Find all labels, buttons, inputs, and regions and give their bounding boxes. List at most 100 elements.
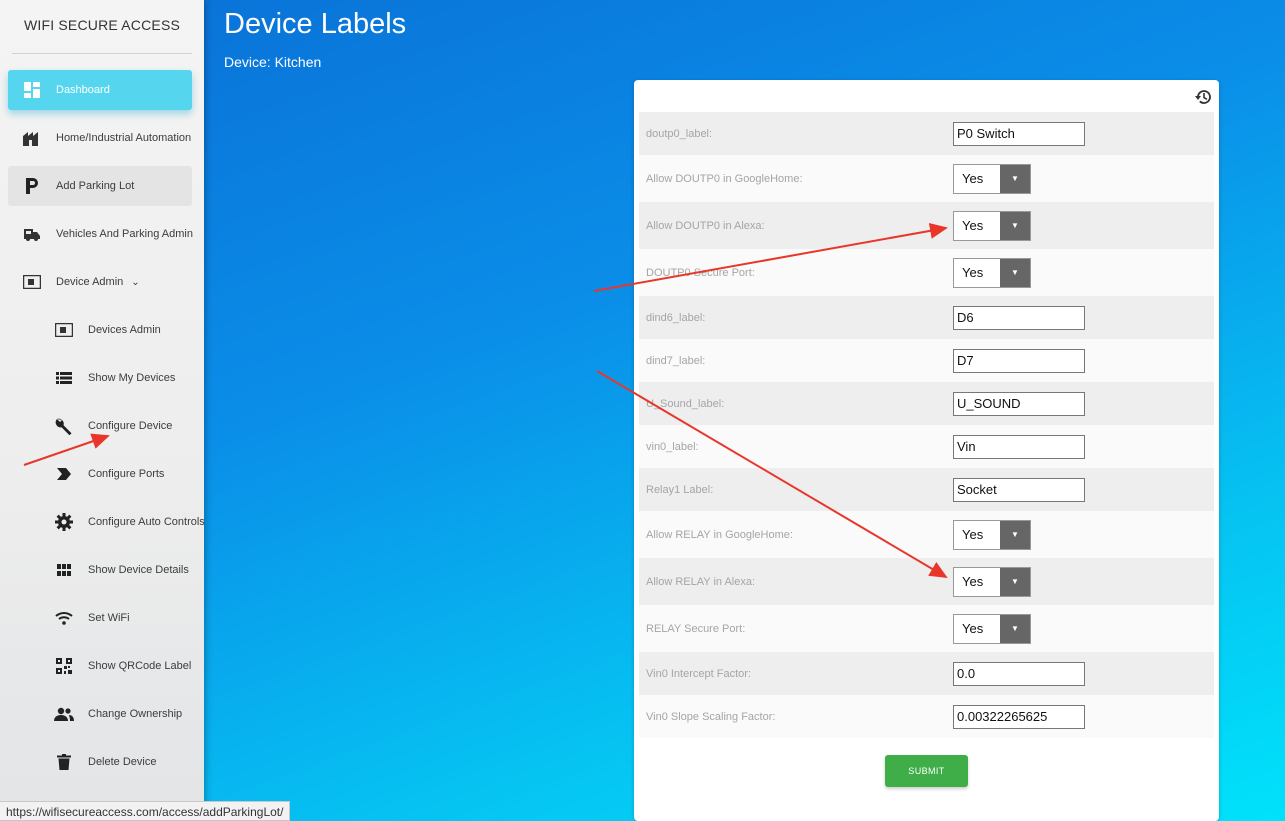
sidebar-item-label: Change Ownership bbox=[88, 708, 183, 720]
chevron-down-icon[interactable]: ⌄ bbox=[131, 277, 139, 288]
text-field[interactable] bbox=[953, 661, 1085, 686]
sidebar-item-change-ownership[interactable]: Change Ownership bbox=[8, 694, 192, 734]
sidebar-item-configure-device[interactable]: Configure Device bbox=[8, 406, 192, 446]
yes-no-select[interactable]: Yes ▼ bbox=[953, 566, 1031, 597]
dropdown-arrow-icon[interactable]: ▼ bbox=[1000, 258, 1030, 287]
sidebar-item-label: Show My Devices bbox=[88, 372, 176, 384]
form-row: dind6_label: bbox=[639, 296, 1214, 339]
field-label: dind6_label: bbox=[646, 311, 706, 324]
form-row: Allow RELAY in Alexa: Yes ▼ bbox=[639, 558, 1214, 605]
field-label: Vin0 Slope Scaling Factor: bbox=[646, 710, 776, 723]
form-row: Allow DOUTP0 in Alexa: Yes ▼ bbox=[639, 202, 1214, 249]
field-label: Relay1 Label: bbox=[646, 483, 714, 496]
sidebar-item-devices-admin[interactable]: Devices Admin bbox=[8, 310, 192, 350]
sidebar-item-label: Dashboard bbox=[56, 84, 110, 96]
text-field[interactable] bbox=[953, 305, 1085, 330]
sidebar-item-label: Show QRCode Label bbox=[88, 660, 192, 672]
text-field[interactable] bbox=[953, 121, 1085, 146]
select-value: Yes bbox=[962, 526, 984, 542]
sidebar-item-delete-device[interactable]: Delete Device bbox=[8, 742, 192, 782]
sidebar-item-show-my-devices[interactable]: Show My Devices bbox=[8, 358, 192, 398]
field-label: vin0_label: bbox=[646, 440, 699, 453]
text-field[interactable] bbox=[953, 391, 1085, 416]
form-row: DOUTP0 Secure Port: Yes ▼ bbox=[639, 249, 1214, 296]
sidebar-item-add-parking-lot[interactable]: Add Parking Lot bbox=[8, 166, 192, 206]
vehicle-icon bbox=[20, 222, 44, 246]
yes-no-select[interactable]: Yes ▼ bbox=[953, 163, 1031, 194]
list-icon bbox=[52, 366, 76, 390]
page-title: Device Labels bbox=[224, 8, 407, 40]
text-field[interactable] bbox=[953, 704, 1085, 729]
dropdown-arrow-icon[interactable]: ▼ bbox=[1000, 164, 1030, 193]
field-label: Allow DOUTP0 in GoogleHome: bbox=[646, 172, 803, 185]
gear-icon bbox=[52, 510, 76, 534]
yes-no-select[interactable]: Yes ▼ bbox=[953, 210, 1031, 241]
form-row: Allow DOUTP0 in GoogleHome: Yes ▼ bbox=[639, 155, 1214, 202]
field-label: dind7_label: bbox=[646, 354, 706, 367]
sidebar-item-set-wifi[interactable]: Set WiFi bbox=[8, 598, 192, 638]
sidebar-item-label: Vehicles And Parking Admin bbox=[56, 228, 193, 240]
sidebar-item-label: Show Device Details bbox=[88, 564, 189, 576]
select-value: Yes bbox=[962, 170, 984, 186]
parking-icon bbox=[20, 174, 44, 198]
select-value: Yes bbox=[962, 217, 984, 233]
status-bar-url: https://wifisecureaccess.com/access/addP… bbox=[0, 801, 291, 821]
device-labels-form-card: doutp0_label: Allow DOUTP0 in GoogleHome:… bbox=[634, 80, 1219, 821]
field-label: doutp0_label: bbox=[646, 127, 713, 140]
sidebar-item-configure-ports[interactable]: Configure Ports bbox=[8, 454, 192, 494]
form-row: U_Sound_label: bbox=[639, 382, 1214, 425]
text-field[interactable] bbox=[953, 477, 1085, 502]
sidebar-item-configure-auto-controls[interactable]: Configure Auto Controls bbox=[8, 502, 205, 542]
submit-button[interactable]: SUBMIT bbox=[885, 755, 968, 787]
yes-no-select[interactable]: Yes ▼ bbox=[953, 519, 1031, 550]
form-fields: doutp0_label: Allow DOUTP0 in GoogleHome:… bbox=[639, 112, 1214, 738]
sidebar-item-label: Device Admin bbox=[56, 276, 124, 288]
select-value: Yes bbox=[962, 264, 984, 280]
sidebar-item-vehicles[interactable]: Vehicles And Parking Admin bbox=[8, 214, 193, 254]
sidebar-item-label: Set WiFi bbox=[88, 612, 130, 624]
form-row: Vin0 Slope Scaling Factor: bbox=[639, 695, 1214, 738]
sidebar-item-label: Devices Admin bbox=[88, 324, 161, 336]
field-label: DOUTP0 Secure Port: bbox=[646, 266, 755, 279]
device-icon bbox=[20, 270, 44, 294]
sidebar-item-label: Configure Ports bbox=[88, 468, 165, 480]
sidebar-item-home-automation[interactable]: Home/Industrial Automation bbox=[8, 118, 192, 158]
history-icon[interactable] bbox=[1195, 88, 1213, 106]
form-row: doutp0_label: bbox=[639, 112, 1214, 155]
form-row: dind7_label: bbox=[639, 339, 1214, 382]
text-field[interactable] bbox=[953, 434, 1085, 459]
dropdown-arrow-icon[interactable]: ▼ bbox=[1000, 520, 1030, 549]
label-arrow-icon bbox=[52, 462, 76, 486]
dropdown-arrow-icon[interactable]: ▼ bbox=[1000, 614, 1030, 643]
form-row: Vin0 Intercept Factor: bbox=[639, 652, 1214, 695]
people-icon bbox=[52, 702, 76, 726]
sidebar-item-label: Delete Device bbox=[88, 756, 157, 768]
form-row: vin0_label: bbox=[639, 425, 1214, 468]
qrcode-icon bbox=[52, 654, 76, 678]
sidebar-item-show-qrcode-label[interactable]: Show QRCode Label bbox=[8, 646, 192, 686]
wifi-icon bbox=[52, 606, 76, 630]
brand-title: WIFI SECURE ACCESS bbox=[12, 0, 192, 54]
form-row: Allow RELAY in GoogleHome: Yes ▼ bbox=[639, 511, 1214, 558]
field-label: RELAY Secure Port: bbox=[646, 622, 746, 635]
field-label: Allow DOUTP0 in Alexa: bbox=[646, 219, 765, 232]
field-label: Allow RELAY in Alexa: bbox=[646, 575, 756, 588]
yes-no-select[interactable]: Yes ▼ bbox=[953, 613, 1031, 644]
dropdown-arrow-icon[interactable]: ▼ bbox=[1000, 567, 1030, 596]
form-row: Relay1 Label: bbox=[639, 468, 1214, 511]
sidebar: WIFI SECURE ACCESS Dashboard Home/Indust… bbox=[0, 0, 205, 821]
trash-icon bbox=[52, 750, 76, 774]
sidebar-item-show-device-details[interactable]: Show Device Details bbox=[8, 550, 192, 590]
factory-icon bbox=[20, 126, 44, 150]
select-value: Yes bbox=[962, 573, 984, 589]
yes-no-select[interactable]: Yes ▼ bbox=[953, 257, 1031, 288]
sidebar-item-device-admin[interactable]: Device Admin ⌄ bbox=[8, 262, 192, 302]
wrench-icon bbox=[52, 414, 76, 438]
sidebar-item-label: Configure Auto Controls bbox=[88, 516, 205, 528]
dropdown-arrow-icon[interactable]: ▼ bbox=[1000, 211, 1030, 240]
sidebar-item-label: Add Parking Lot bbox=[56, 180, 135, 192]
form-row: RELAY Secure Port: Yes ▼ bbox=[639, 605, 1214, 652]
field-label: U_Sound_label: bbox=[646, 397, 725, 410]
sidebar-item-dashboard[interactable]: Dashboard bbox=[8, 70, 192, 110]
text-field[interactable] bbox=[953, 348, 1085, 373]
